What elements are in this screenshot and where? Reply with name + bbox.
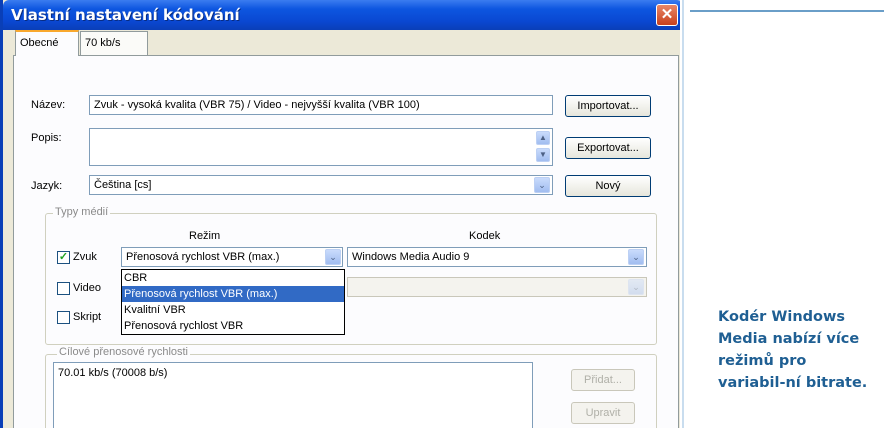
bitrates-title: Cílové přenosové rychlosti — [57, 346, 191, 358]
close-icon: ✕ — [660, 6, 674, 23]
name-label: Název: — [31, 99, 66, 111]
close-button[interactable]: ✕ — [656, 4, 678, 26]
chevron-down-icon: ⌄ — [628, 279, 644, 295]
script-checkbox[interactable] — [57, 311, 70, 324]
scroll-down-icon[interactable]: ▼ — [536, 148, 550, 162]
audio-mode-select[interactable]: Přenosová rychlost VBR (max.) — [121, 247, 343, 267]
scroll-up-icon[interactable]: ▲ — [536, 131, 550, 145]
dropdown-option[interactable]: Kvalitní VBR — [122, 302, 344, 318]
mode-header: Režim — [189, 230, 221, 242]
description-label: Popis: — [31, 132, 62, 144]
codec-header: Kodek — [469, 230, 501, 242]
audio-label: Zvuk — [73, 251, 97, 263]
dropdown-option[interactable]: CBR — [122, 270, 344, 286]
figure-caption: Kodér Windows Media nabízí více režimů p… — [718, 309, 868, 391]
chevron-down-icon[interactable]: ⌄ — [628, 249, 644, 265]
window-title: Vlastní nastavení kódování — [11, 6, 240, 24]
dropdown-option[interactable]: Přenosová rychlost VBR — [122, 318, 344, 334]
check-icon: ✓ — [58, 251, 69, 263]
encoding-settings-dialog: Vlastní nastavení kódování ✕ Obecné 70 k… — [0, 0, 680, 428]
list-item[interactable]: 70.01 kb/s (70008 b/s) — [58, 367, 528, 379]
export-button[interactable]: Exportovat... — [565, 137, 651, 159]
video-label: Video — [73, 282, 101, 294]
panel-divider — [682, 0, 684, 428]
language-label: Jazyk: — [31, 180, 63, 192]
dropdown-option-selected[interactable]: Přenosová rychlost VBR (max.) — [122, 286, 344, 302]
add-button[interactable]: Přidat... — [571, 369, 635, 391]
script-label: Skript — [73, 311, 102, 323]
audio-checkbox[interactable]: ✓ — [57, 251, 70, 264]
bitrate-list[interactable]: 70.01 kb/s (70008 b/s) — [53, 362, 533, 428]
edit-button[interactable]: Upravit — [571, 402, 635, 424]
title-bar[interactable]: Vlastní nastavení kódování ✕ — [3, 0, 680, 30]
name-input[interactable]: Zvuk - vysoká kvalita (VBR 75) / Video -… — [89, 95, 553, 115]
new-button[interactable]: Nový — [565, 175, 651, 197]
video-codec-select — [347, 277, 647, 297]
description-input[interactable] — [89, 128, 553, 166]
chevron-down-icon[interactable]: ⌄ — [534, 177, 550, 193]
import-button[interactable]: Importovat... — [565, 95, 651, 117]
tab-general[interactable]: Obecné — [15, 30, 79, 56]
tab-70kbps[interactable]: 70 kb/s — [80, 31, 148, 55]
top-rule — [690, 10, 884, 12]
chevron-down-icon[interactable]: ⌄ — [325, 249, 341, 265]
media-types-title: Typy médií — [53, 206, 111, 218]
video-checkbox[interactable] — [57, 282, 70, 295]
mode-dropdown-list[interactable]: CBR Přenosová rychlost VBR (max.) Kvalit… — [121, 269, 345, 335]
language-select[interactable]: Čeština [cs] — [89, 175, 553, 195]
audio-codec-select[interactable]: Windows Media Audio 9 — [347, 247, 647, 267]
